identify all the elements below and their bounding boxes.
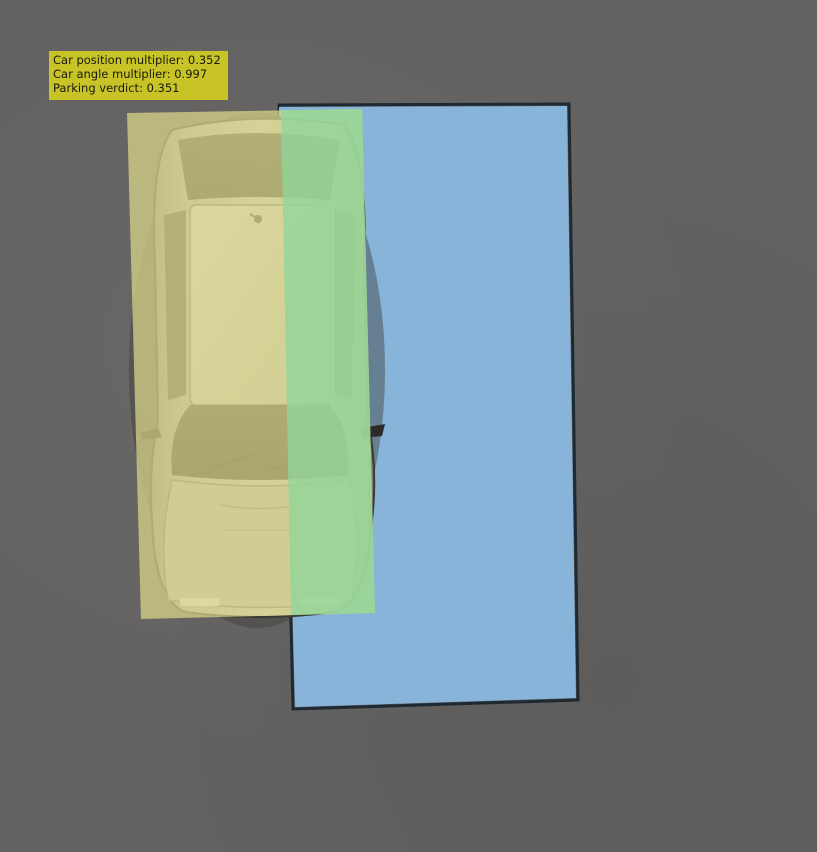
parking-verdict-line: Parking verdict: 0.351 — [53, 81, 224, 95]
overlap-zone — [281, 109, 375, 615]
parking-scene: Car position multiplier: 0.352 Car angle… — [0, 0, 817, 852]
scene-canvas — [127, 102, 580, 711]
parking-verdict-label: Parking verdict: — [53, 81, 143, 96]
parking-verdict-value: 0.351 — [146, 81, 180, 96]
angle-multiplier-value: 0.997 — [174, 67, 208, 82]
angle-multiplier-line: Car angle multiplier: 0.997 — [53, 67, 224, 81]
position-multiplier-value: 0.352 — [187, 53, 221, 67]
angle-multiplier-label: Car angle multiplier: — [53, 67, 171, 82]
position-multiplier-label: Car position multiplier: — [53, 53, 185, 67]
position-multiplier-line: Car position multiplier: 0.352 — [53, 53, 224, 67]
metrics-info-panel: Car position multiplier: 0.352 Car angle… — [49, 51, 228, 100]
